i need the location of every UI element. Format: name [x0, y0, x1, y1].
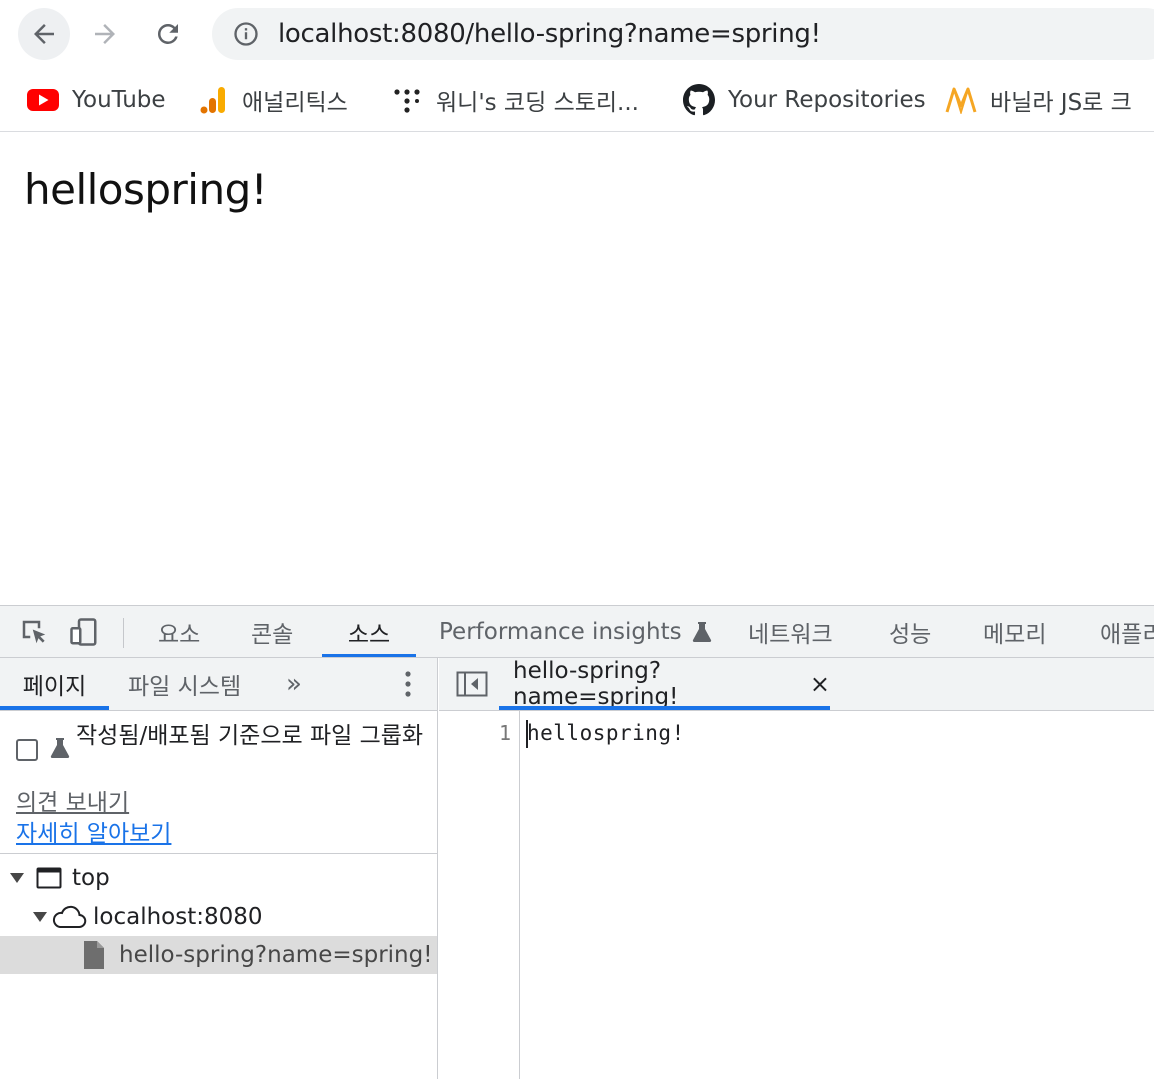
- tab-label: 페이지: [22, 674, 87, 700]
- youtube-icon: [26, 83, 60, 117]
- tab-page[interactable]: 페이지: [0, 658, 109, 710]
- code-line[interactable]: hellospring!: [527, 721, 685, 745]
- tab-console[interactable]: 콘솔: [251, 606, 294, 657]
- close-icon[interactable]: ×: [810, 670, 830, 698]
- tab-application[interactable]: 애플리: [1100, 606, 1154, 657]
- tab-elements[interactable]: 요소: [158, 606, 201, 657]
- page-viewport: hellospring!: [0, 133, 1154, 605]
- tab-label: 네트워크: [748, 622, 833, 648]
- reload-button[interactable]: [142, 8, 194, 60]
- bookmark-analytics[interactable]: 애널리틱스: [196, 80, 348, 120]
- arrow-right-icon: [95, 24, 115, 44]
- editor-tab-strip: hello-spring?name=spring! ×: [439, 658, 1154, 711]
- line-number: 1: [498, 721, 511, 745]
- triangle-down-icon: [33, 912, 47, 922]
- flask-icon: [50, 738, 70, 758]
- tab-sources[interactable]: 소스: [322, 606, 416, 657]
- tab-label: 요소: [158, 622, 201, 648]
- dots-logo-icon: [390, 83, 424, 117]
- tab-performance-insights[interactable]: Performance insights: [439, 606, 712, 657]
- cloud-icon: [52, 905, 87, 928]
- reload-icon: [157, 23, 178, 44]
- analytics-icon: [196, 83, 230, 117]
- toolbar-divider: [123, 618, 124, 648]
- tab-network[interactable]: 네트워크: [748, 606, 833, 657]
- sources-navigator: 페이지 파일 시스템 » 작성됨/배포됨 기준으로 파일 그룹화 의견 보내기 …: [0, 658, 438, 1079]
- address-bar-url[interactable]: localhost:8080/hello-spring?name=spring!: [278, 19, 821, 49]
- page-content-text: hellospring!: [24, 165, 268, 214]
- bookmark-github[interactable]: Your Repositories: [682, 80, 926, 120]
- flask-icon: [692, 622, 711, 642]
- tree-item-file[interactable]: hello-spring?name=spring!: [0, 936, 437, 974]
- active-tab-indicator: [0, 706, 109, 710]
- tab-performance[interactable]: 성능: [889, 606, 932, 657]
- tree-item-label: localhost:8080: [93, 904, 263, 930]
- bookmark-label: 워니's 코딩 스토리...: [436, 90, 639, 116]
- forward-button[interactable]: [79, 8, 131, 60]
- frame-icon: [36, 867, 62, 889]
- bookmark-label: 애널리틱스: [242, 90, 348, 116]
- more-tabs-icon: »: [286, 669, 302, 699]
- device-toolbar-icon[interactable]: [68, 616, 100, 648]
- file-icon: [84, 941, 104, 969]
- tree-item-origin[interactable]: localhost:8080: [0, 898, 437, 936]
- kebab-menu-icon: [405, 671, 411, 697]
- bookmark-woony-blog[interactable]: 워니's 코딩 스토리...: [390, 80, 639, 120]
- navigator-tabs: 페이지 파일 시스템 »: [0, 658, 437, 711]
- editor-file-tab[interactable]: hello-spring?name=spring! ×: [499, 658, 830, 710]
- tab-memory[interactable]: 메모리: [983, 606, 1047, 657]
- bookmarks-bar: YouTube 애널리틱스 워니's 코딩 스토리... Your Reposi…: [0, 68, 1154, 132]
- bookmark-label: YouTube: [72, 87, 166, 113]
- learn-more-link[interactable]: 자세히 알아보기: [16, 814, 171, 848]
- bookmark-label: Your Repositories: [728, 87, 926, 113]
- github-icon: [682, 83, 716, 117]
- tree-item-label: hello-spring?name=spring!: [119, 942, 433, 968]
- tab-label: 메모리: [983, 622, 1047, 648]
- group-by-authored-checkbox[interactable]: [16, 739, 38, 761]
- tab-label: 애플리: [1100, 622, 1154, 648]
- tree-item-top[interactable]: top: [0, 859, 437, 897]
- group-by-authored-label: 작성됨/배포됨 기준으로 파일 그룹화: [76, 723, 424, 749]
- browser-toolbar: localhost:8080/hello-spring?name=spring!: [0, 0, 1154, 68]
- nomad-logo-icon: [944, 83, 978, 117]
- tab-label: Performance insights: [439, 619, 682, 645]
- arrow-left-icon: [34, 24, 54, 44]
- sidebar-toggle-icon: [456, 671, 488, 697]
- more-tabs-button[interactable]: »: [286, 658, 302, 710]
- group-by-authored-option: 작성됨/배포됨 기준으로 파일 그룹화 의견 보내기 자세히 알아보기: [0, 711, 437, 854]
- devtools-toolbar: 요소 콘솔 소스 Performance insights 네트워크 성능 메모…: [0, 605, 1154, 658]
- toggle-navigator-button[interactable]: [456, 670, 488, 698]
- sources-editor: hello-spring?name=spring! × 1 hellosprin…: [439, 658, 1154, 1079]
- inspect-element-icon[interactable]: [18, 616, 50, 648]
- tab-label: 콘솔: [251, 622, 294, 648]
- tree-item-label: top: [72, 865, 110, 891]
- address-bar[interactable]: localhost:8080/hello-spring?name=spring!: [212, 8, 1154, 60]
- back-button[interactable]: [18, 8, 70, 60]
- triangle-down-icon: [10, 873, 24, 883]
- tab-label: 파일 시스템: [128, 674, 242, 700]
- send-feedback-link[interactable]: 의견 보내기: [16, 783, 129, 817]
- editor-file-tab-label: hello-spring?name=spring!: [513, 658, 679, 710]
- tab-label: 성능: [889, 622, 932, 648]
- info-icon[interactable]: [232, 20, 260, 48]
- active-tab-indicator: [499, 706, 830, 710]
- tab-label: 소스: [347, 622, 391, 648]
- bookmark-youtube[interactable]: YouTube: [26, 80, 166, 120]
- line-number-gutter: 1: [439, 711, 520, 1079]
- bookmark-nomad[interactable]: 바닐라 JS로 크: [944, 80, 1132, 120]
- bookmark-label: 바닐라 JS로 크: [990, 90, 1132, 116]
- navigator-menu-button[interactable]: [398, 658, 418, 710]
- tab-filesystem[interactable]: 파일 시스템: [128, 658, 241, 710]
